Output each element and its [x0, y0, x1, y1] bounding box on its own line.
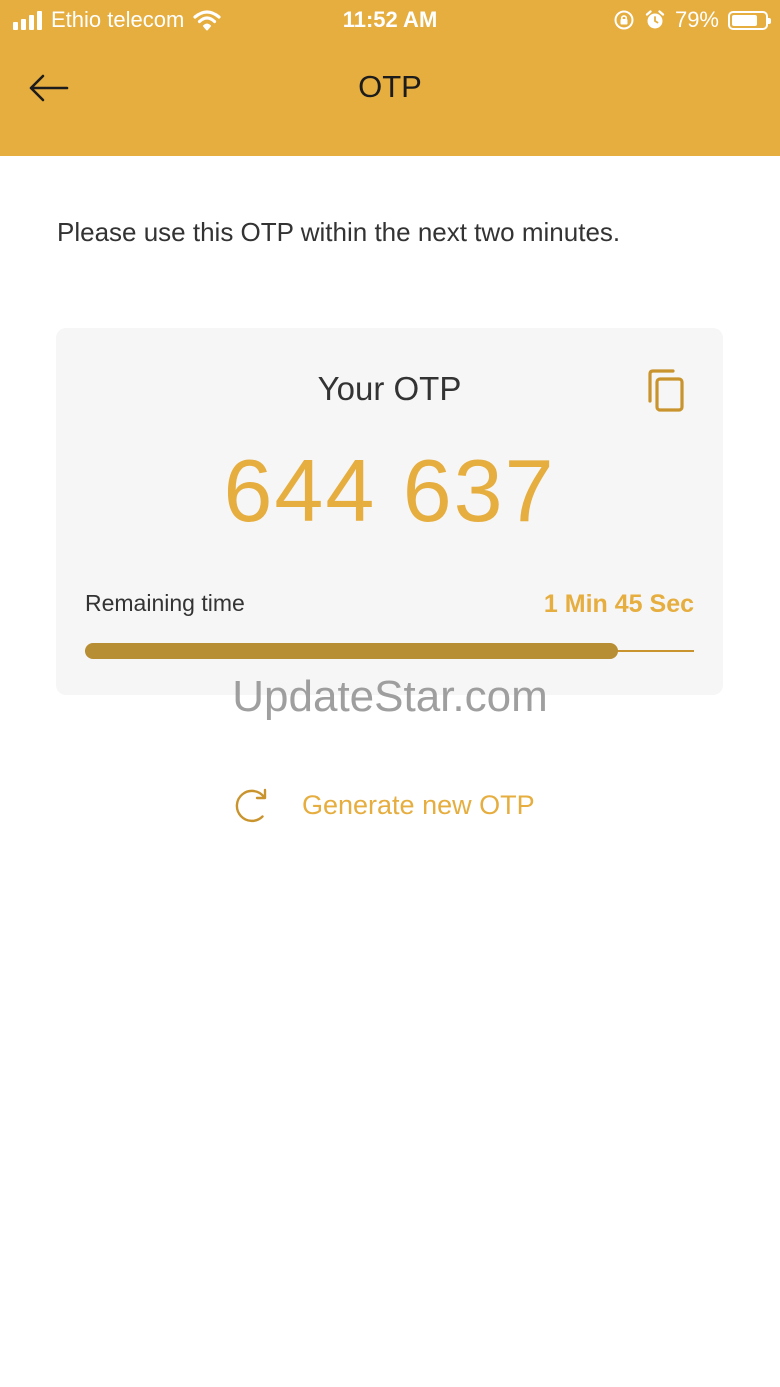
battery-percent: 79% — [674, 7, 719, 32]
battery-fill — [732, 14, 758, 26]
remaining-time-progress-fill — [85, 643, 618, 659]
otp-code: 644 637 — [223, 441, 556, 540]
status-bar: Ethio telecom 11:52 AM 79% — [0, 0, 780, 40]
orientation-lock-icon — [614, 10, 634, 30]
battery-icon — [728, 10, 771, 30]
copy-otp-button[interactable] — [646, 368, 688, 414]
watermark-text: UpdateStar.com — [232, 672, 548, 721]
generate-new-otp-button[interactable]: Generate new OTP — [232, 782, 535, 828]
copy-icon — [648, 369, 684, 412]
remaining-time-progress-track — [85, 643, 694, 659]
page-title: OTP — [358, 69, 422, 104]
otp-card: Your OTP 644 637 Remaining time 1 Min 45… — [56, 328, 723, 695]
remaining-time-label: Remaining time — [85, 590, 245, 616]
refresh-icon — [235, 788, 267, 823]
app-header: Ethio telecom 11:52 AM 79% OTP — [0, 0, 780, 156]
status-bar-right: 79% — [613, 6, 771, 34]
generate-new-otp-label: Generate new OTP — [302, 789, 535, 820]
otp-card-title: Your OTP — [317, 370, 462, 407]
otp-instruction-text: Please use this OTP within the next two … — [57, 217, 621, 247]
alarm-icon — [645, 10, 665, 29]
remaining-time-value: 1 Min 45 Sec — [543, 590, 694, 618]
